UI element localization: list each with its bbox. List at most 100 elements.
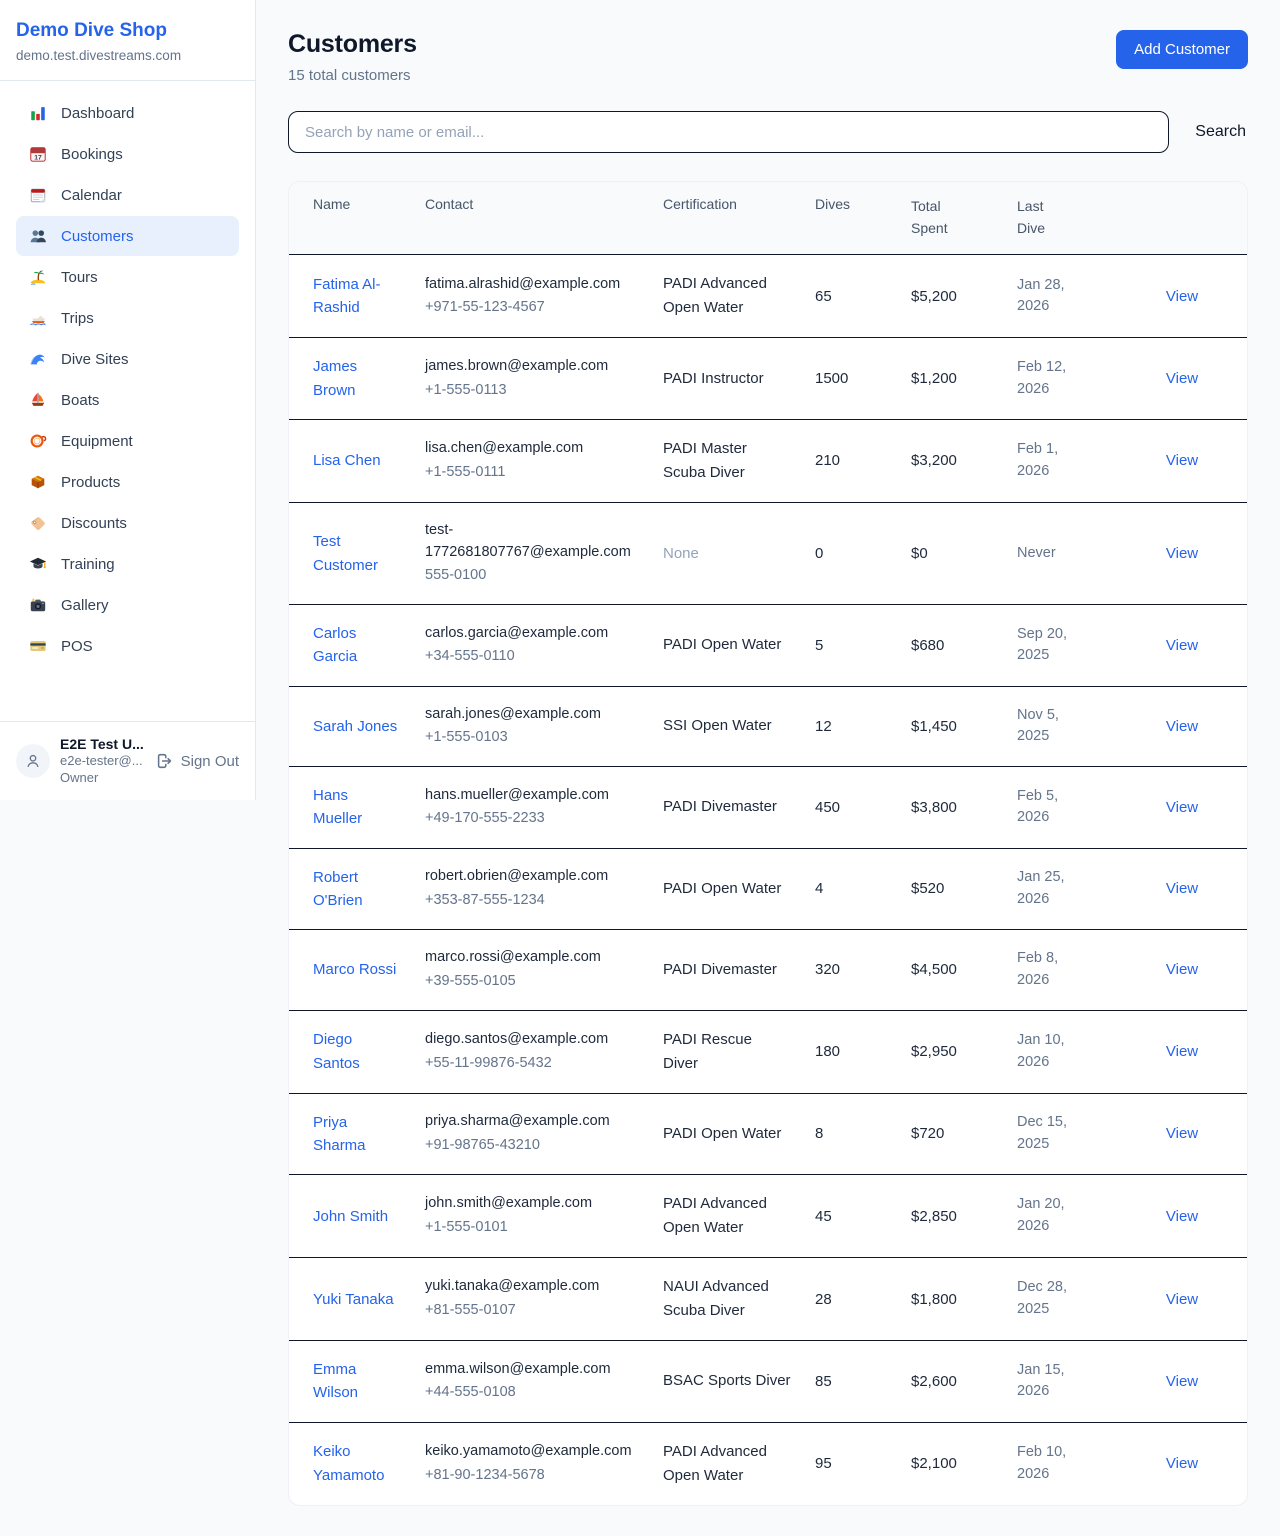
sidebar-item-products[interactable]: Products — [16, 462, 239, 502]
sidebar-item-dashboard[interactable]: Dashboard — [16, 93, 239, 133]
search-button[interactable]: Search — [1193, 119, 1248, 145]
customer-last-dive: Jan 28, 2026 — [1017, 275, 1079, 319]
view-link[interactable]: View — [1166, 1125, 1198, 1142]
table-row: Emma Wilson emma.wilson@example.com +44-… — [289, 1341, 1248, 1423]
sidebar-item-pos[interactable]: POS — [16, 626, 239, 666]
table-row: Test Customer test-1772681807767@example… — [289, 502, 1248, 604]
table-row: Yuki Tanaka yuki.tanaka@example.com +81-… — [289, 1258, 1248, 1341]
sidebar-item-bookings[interactable]: 17 Bookings — [16, 134, 239, 174]
customers-icon — [28, 226, 48, 246]
customer-last-dive: Feb 8, 2026 — [1017, 948, 1079, 992]
customer-name-link[interactable]: James Brown — [313, 355, 401, 402]
sidebar-item-dive-sites[interactable]: Dive Sites — [16, 339, 239, 379]
customer-dives: 12 — [803, 686, 899, 767]
svg-text:17: 17 — [34, 154, 42, 161]
customer-name-link[interactable]: Hans Mueller — [313, 784, 401, 831]
customer-phone: +1-555-0111 — [425, 462, 639, 484]
camera-icon — [28, 595, 48, 615]
customer-last-dive: Sep 20, 2025 — [1017, 624, 1079, 668]
customer-name-link[interactable]: Yuki Tanaka — [313, 1288, 394, 1311]
customer-name-link[interactable]: Robert O'Brien — [313, 866, 401, 913]
customer-total-spent: $1,450 — [899, 686, 1005, 767]
sidebar-item-discounts[interactable]: Discounts — [16, 503, 239, 543]
view-link[interactable]: View — [1166, 288, 1198, 305]
view-link[interactable]: View — [1166, 961, 1198, 978]
customer-last-dive: Dec 15, 2025 — [1017, 1112, 1079, 1156]
customer-name-link[interactable]: Test Customer — [313, 530, 401, 577]
view-link[interactable]: View — [1166, 1208, 1198, 1225]
view-link[interactable]: View — [1166, 718, 1198, 735]
customer-last-dive: Feb 12, 2026 — [1017, 357, 1079, 401]
search-input[interactable] — [288, 111, 1169, 153]
customer-email: james.brown@example.com — [425, 356, 639, 378]
customer-phone: +39-555-0105 — [425, 971, 639, 993]
customer-certification: PADI Rescue Diver — [651, 1010, 803, 1093]
view-link[interactable]: View — [1166, 370, 1198, 387]
customer-name-link[interactable]: Marco Rossi — [313, 958, 396, 981]
customer-phone: +91-98765-43210 — [425, 1135, 639, 1157]
shop-header: Demo Dive Shop demo.test.divestreams.com — [0, 0, 255, 81]
package-icon — [28, 472, 48, 492]
sign-out-button[interactable]: Sign Out — [154, 751, 239, 771]
sign-out-icon — [154, 751, 174, 771]
customer-name-link[interactable]: Diego Santos — [313, 1028, 401, 1075]
customer-certification: PADI Instructor — [651, 338, 803, 420]
add-customer-button[interactable]: Add Customer — [1116, 30, 1248, 69]
customer-name-link[interactable]: Lisa Chen — [313, 449, 381, 472]
sidebar-item-customers[interactable]: Customers — [16, 216, 239, 256]
view-link[interactable]: View — [1166, 1455, 1198, 1472]
sidebar-item-calendar[interactable]: Calendar — [16, 175, 239, 215]
customer-name-link[interactable]: Priya Sharma — [313, 1111, 401, 1158]
view-link[interactable]: View — [1166, 799, 1198, 816]
sidebar-item-training[interactable]: Training — [16, 544, 239, 584]
sign-out-label: Sign Out — [181, 753, 239, 770]
view-link[interactable]: View — [1166, 1043, 1198, 1060]
table-row: James Brown james.brown@example.com +1-5… — [289, 338, 1248, 420]
sidebar-item-trips[interactable]: Trips — [16, 298, 239, 338]
customer-certification: PADI Master Scuba Diver — [651, 419, 803, 502]
customer-email: test-1772681807767@example.com — [425, 520, 639, 564]
customer-name-link[interactable]: John Smith — [313, 1205, 388, 1228]
sidebar-item-tours[interactable]: Tours — [16, 257, 239, 297]
sailboat-icon — [28, 390, 48, 410]
sidebar-item-equipment[interactable]: Equipment — [16, 421, 239, 461]
user-icon — [23, 751, 43, 771]
table-row: Keiko Yamamoto keiko.yamamoto@example.co… — [289, 1422, 1248, 1505]
view-link[interactable]: View — [1166, 452, 1198, 469]
sidebar-item-gallery[interactable]: Gallery — [16, 585, 239, 625]
view-link[interactable]: View — [1166, 637, 1198, 654]
customer-count: 15 total customers — [288, 67, 417, 84]
sidebar-item-boats[interactable]: Boats — [16, 380, 239, 420]
customer-dives: 4 — [803, 848, 899, 930]
table-row: Sarah Jones sarah.jones@example.com +1-5… — [289, 686, 1248, 767]
user-info: E2E Test U... e2e-tester@... Owner — [60, 735, 144, 787]
customer-total-spent: $5,200 — [899, 255, 1005, 338]
sidebar: Demo Dive Shop demo.test.divestreams.com… — [0, 0, 256, 800]
customer-total-spent: $1,800 — [899, 1258, 1005, 1341]
customer-phone: +34-555-0110 — [425, 646, 639, 668]
column-header-name: Name — [289, 182, 413, 255]
calendar-icon — [28, 185, 48, 205]
customer-email: hans.mueller@example.com — [425, 785, 639, 807]
customer-last-dive: Jan 20, 2026 — [1017, 1194, 1079, 1238]
customer-total-spent: $2,100 — [899, 1422, 1005, 1505]
view-link[interactable]: View — [1166, 545, 1198, 562]
view-link[interactable]: View — [1166, 1291, 1198, 1308]
view-link[interactable]: View — [1166, 880, 1198, 897]
table-row: Lisa Chen lisa.chen@example.com +1-555-0… — [289, 419, 1248, 502]
customer-email: robert.obrien@example.com — [425, 866, 639, 888]
table-row: Robert O'Brien robert.obrien@example.com… — [289, 848, 1248, 930]
credit-card-icon — [28, 636, 48, 656]
customer-name-link[interactable]: Keiko Yamamoto — [313, 1440, 401, 1487]
shop-name: Demo Dive Shop — [16, 20, 239, 42]
user-role: Owner — [60, 770, 144, 787]
customer-name-link[interactable]: Carlos Garcia — [313, 622, 401, 669]
customer-total-spent: $680 — [899, 605, 1005, 687]
customer-phone: +55-11-99876-5432 — [425, 1053, 639, 1075]
search-bar: Search — [288, 111, 1248, 153]
customer-name-link[interactable]: Sarah Jones — [313, 715, 397, 738]
customer-name-link[interactable]: Fatima Al-Rashid — [313, 273, 401, 320]
customer-email: sarah.jones@example.com — [425, 704, 639, 726]
customer-name-link[interactable]: Emma Wilson — [313, 1358, 401, 1405]
view-link[interactable]: View — [1166, 1373, 1198, 1390]
